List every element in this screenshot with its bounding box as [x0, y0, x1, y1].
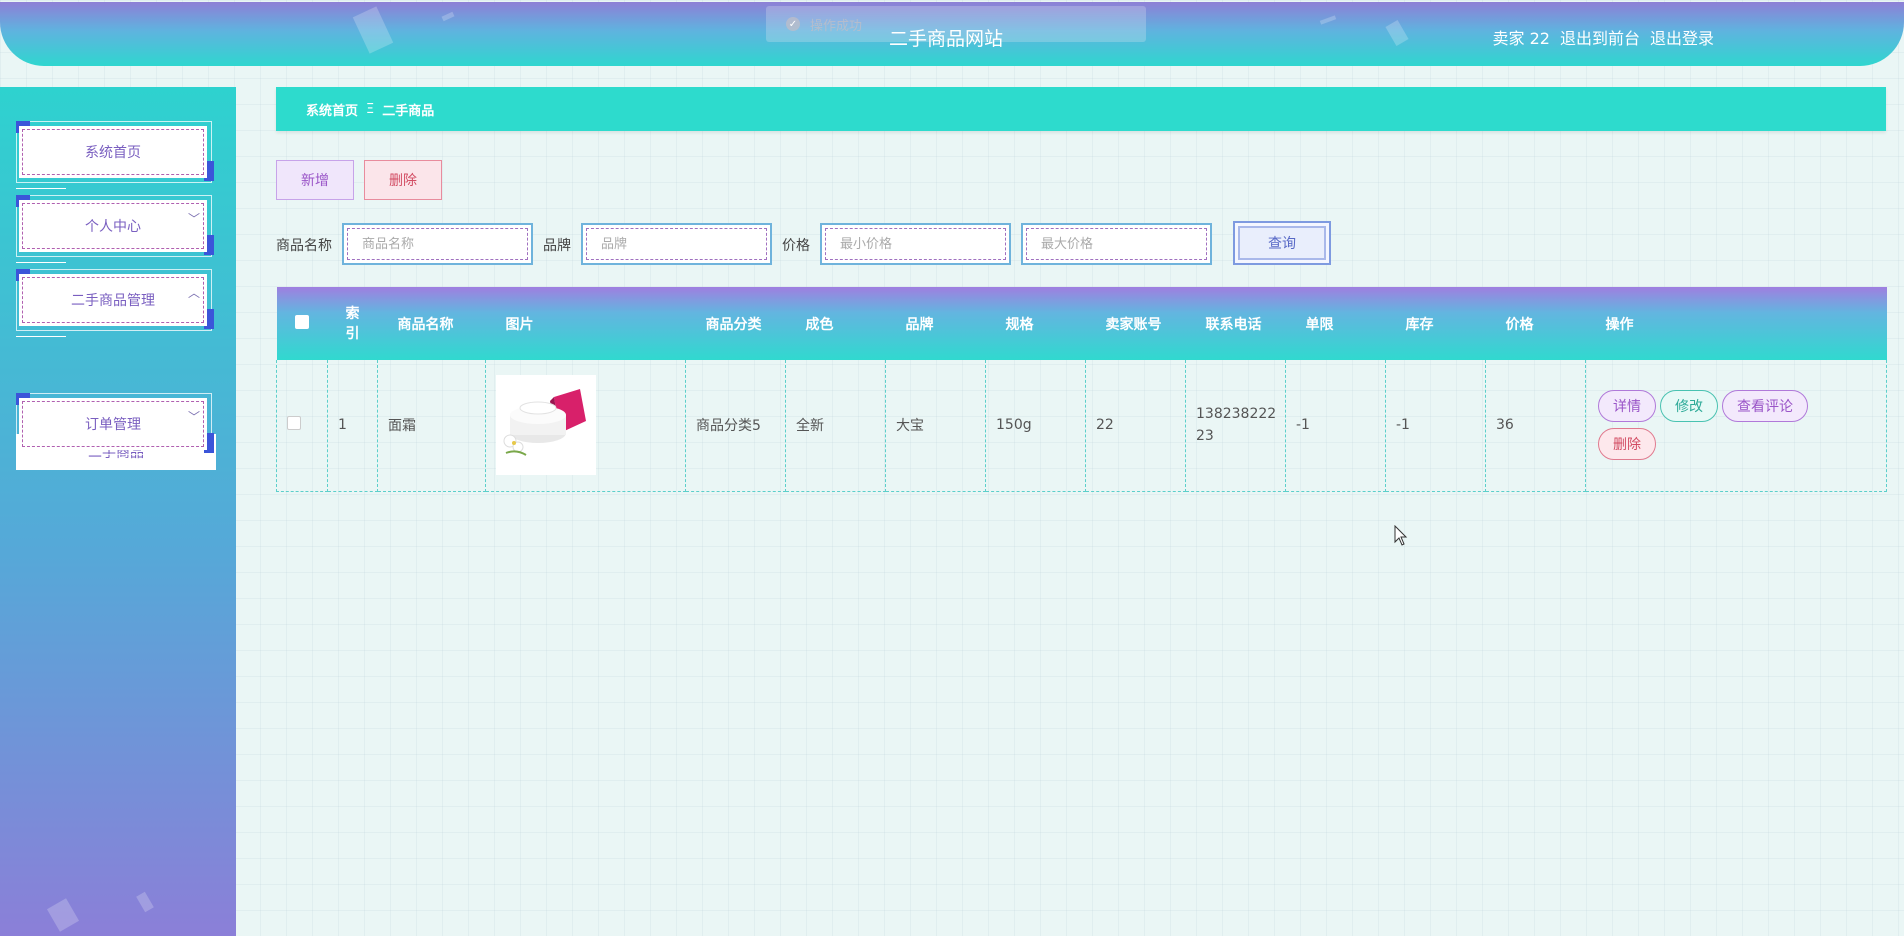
chevron-down-icon: ﹀: [187, 212, 200, 226]
name-cell: 面霜: [377, 360, 486, 492]
query-button-label: 查询: [1238, 226, 1326, 260]
menu-corner: [204, 235, 214, 255]
min-price-input[interactable]: [825, 228, 1006, 260]
min-price-input-frame: [820, 223, 1011, 265]
condition-cell: 全新: [785, 360, 886, 492]
phone-cell: 13823822223: [1185, 360, 1286, 492]
edit-button[interactable]: 修改: [1660, 390, 1718, 423]
breadcrumb: 系统首页 Ξ 二手商品: [276, 87, 1886, 131]
max-price-input-frame: [1021, 223, 1212, 265]
header-decoration: [441, 11, 455, 22]
name-input[interactable]: [347, 228, 528, 260]
column-header: 品牌: [905, 316, 934, 333]
price-label: 价格: [782, 238, 810, 254]
menu-foot-line: [16, 260, 66, 263]
chevron-down-icon: ﹀: [187, 410, 200, 424]
query-button[interactable]: 查询: [1233, 221, 1331, 265]
table-header-row: 索引 商品名称 图片 商品分类 成色 品牌 规格 卖家账号 联系电话 单限 库存…: [276, 287, 1887, 360]
row-checkbox[interactable]: [287, 416, 301, 431]
brand-input-frame: [581, 223, 772, 265]
column-header: 库存: [1405, 316, 1434, 333]
sidebar-item-label: 系统首页: [19, 126, 207, 178]
max-price-input[interactable]: [1026, 228, 1207, 260]
sidebar-item-goods-management[interactable]: 二手商品管理 ︿: [16, 269, 214, 337]
select-all-header: [277, 287, 328, 360]
spec-cell: 150g: [985, 360, 1086, 492]
breadcrumb-separator-icon: Ξ: [366, 101, 375, 117]
chevron-up-icon: ︿: [187, 286, 200, 300]
column-header: 索引: [345, 305, 360, 342]
goods-table: 索引 商品名称 图片 商品分类 成色 品牌 规格 卖家账号 联系电话 单限 库存…: [276, 287, 1887, 492]
add-button[interactable]: 新增: [276, 160, 354, 200]
brand-input[interactable]: [586, 228, 767, 260]
menu-corner: [204, 161, 214, 181]
sidebar-item-label: 二手商品管理: [19, 274, 207, 326]
operations-cell: 详情 修改 查看评论 删除: [1585, 360, 1887, 492]
column-header: 规格: [1005, 316, 1034, 333]
sidebar-item-home[interactable]: 系统首页: [16, 121, 214, 189]
name-input-frame: [342, 223, 533, 265]
sidebar-item-label: 个人中心: [19, 200, 207, 252]
price-cell: 36: [1485, 360, 1586, 492]
index-cell: 1: [327, 360, 378, 492]
go-front-link[interactable]: 退出到前台: [1560, 25, 1640, 49]
user-area: 卖家 22 退出到前台 退出登录: [1493, 25, 1714, 49]
sidebar-item-profile[interactable]: 个人中心 ﹀: [16, 195, 214, 263]
column-header: 卖家账号: [1105, 316, 1162, 333]
cream-jar-image: [496, 375, 596, 476]
user-label: 卖家 22: [1492, 29, 1550, 48]
name-label: 商品名称: [276, 238, 332, 254]
stock-cell: -1: [1385, 360, 1486, 492]
menu-foot-line: [16, 186, 66, 189]
category-cell: 商品分类5: [685, 360, 786, 492]
column-header: 单限: [1305, 316, 1334, 333]
menu-corner: [204, 309, 214, 329]
sidebar-decoration: [136, 891, 154, 913]
column-header: 成色: [805, 316, 834, 333]
row-select-cell: [276, 360, 328, 492]
column-header: 商品名称: [397, 316, 454, 333]
breadcrumb-home[interactable]: 系统首页: [306, 100, 358, 119]
brand-cell: 大宝: [885, 360, 986, 492]
select-all-checkbox[interactable]: [295, 314, 309, 329]
column-header: 商品分类: [705, 316, 762, 333]
delete-button[interactable]: 删除: [364, 160, 442, 200]
detail-button[interactable]: 详情: [1598, 390, 1656, 423]
column-header: 联系电话: [1205, 316, 1262, 333]
menu-foot-line: [16, 334, 66, 337]
menu-corner: [204, 433, 214, 453]
column-header: 操作: [1605, 316, 1634, 333]
top-header: ✓ 操作成功 二手商品网站 卖家 22 退出到前台 退出登录: [0, 2, 1904, 66]
sidebar-item-orders[interactable]: 订单管理 ﹀: [16, 393, 214, 461]
logout-link[interactable]: 退出登录: [1650, 25, 1714, 49]
seller-cell: 22: [1085, 360, 1186, 492]
row-delete-button[interactable]: 删除: [1598, 428, 1656, 461]
column-header: 价格: [1505, 316, 1534, 333]
sidebar: 系统首页 个人中心 ﹀ 二手商品管理 ︿ 二手商品 订单管理 ﹀: [0, 87, 236, 936]
column-header: 图片: [505, 316, 534, 333]
mouse-cursor-icon: [1394, 525, 1408, 546]
view-reviews-button[interactable]: 查看评论: [1722, 390, 1808, 423]
breadcrumb-current: 二手商品: [382, 103, 435, 119]
product-image[interactable]: [496, 375, 596, 476]
menu-foot-line: [16, 458, 66, 461]
sidebar-item-label: 订单管理: [19, 398, 207, 450]
brand-label: 品牌: [543, 238, 571, 254]
search-bar: 商品名称 品牌 价格 查询: [276, 220, 1576, 266]
table-row: 1 面霜 商品分类5 全新 大宝 150g 22 13823822223 -1 …: [276, 360, 1887, 492]
sidebar-decoration: [46, 898, 80, 932]
image-cell: [485, 360, 686, 492]
limit-cell: -1: [1285, 360, 1386, 492]
